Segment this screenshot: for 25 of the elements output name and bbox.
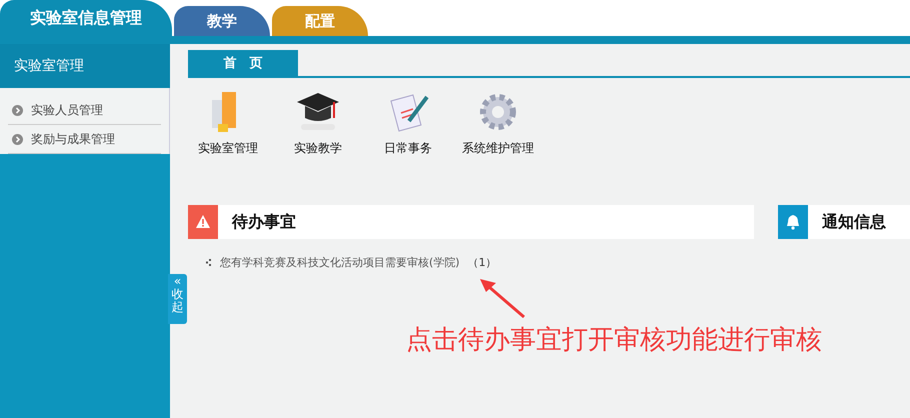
sidebar-item-label: 奖励与成果管理 <box>31 130 115 148</box>
todo-link[interactable]: 您有学科竞赛及科技文化活动项目需要审核(学院) <box>220 255 460 270</box>
chevron-circle-icon <box>12 134 23 144</box>
shortcut-item[interactable]: 系统维护管理 <box>462 90 534 157</box>
sidebar-title: 实验室管理 <box>0 44 170 88</box>
sidebar-item[interactable]: 奖励与成果管理 <box>8 125 161 154</box>
shortcut-item[interactable]: 日常事务 <box>372 90 444 157</box>
chevron-circle-icon <box>12 104 23 116</box>
shortcut-label: 日常事务 <box>384 140 432 157</box>
shortcut-label: 系统维护管理 <box>462 140 534 157</box>
sidebar-item[interactable]: 实验人员管理 <box>8 96 161 125</box>
shortcut-item[interactable]: 实验教学 <box>282 90 354 157</box>
bullet-icon <box>206 259 212 266</box>
annotation-arrow <box>478 278 526 318</box>
panel-title: 通知信息 <box>822 212 886 232</box>
shortcut-label: 实验室管理 <box>198 140 258 157</box>
top-tab[interactable]: 教学 <box>174 6 270 36</box>
panel-title: 待办事宜 <box>232 212 296 232</box>
annotation-text: 点击待办事宜打开审核功能进行审核 <box>406 324 822 357</box>
shortcut-label: 实验教学 <box>294 140 342 157</box>
todo-count: （1） <box>468 255 497 270</box>
shortcut-item[interactable]: 实验室管理 <box>192 90 264 157</box>
sidebar-item-label: 实验人员管理 <box>31 102 103 118</box>
top-tab[interactable]: 实验室信息管理 <box>0 0 172 36</box>
page-tab[interactable]: 首 页 <box>188 50 298 76</box>
